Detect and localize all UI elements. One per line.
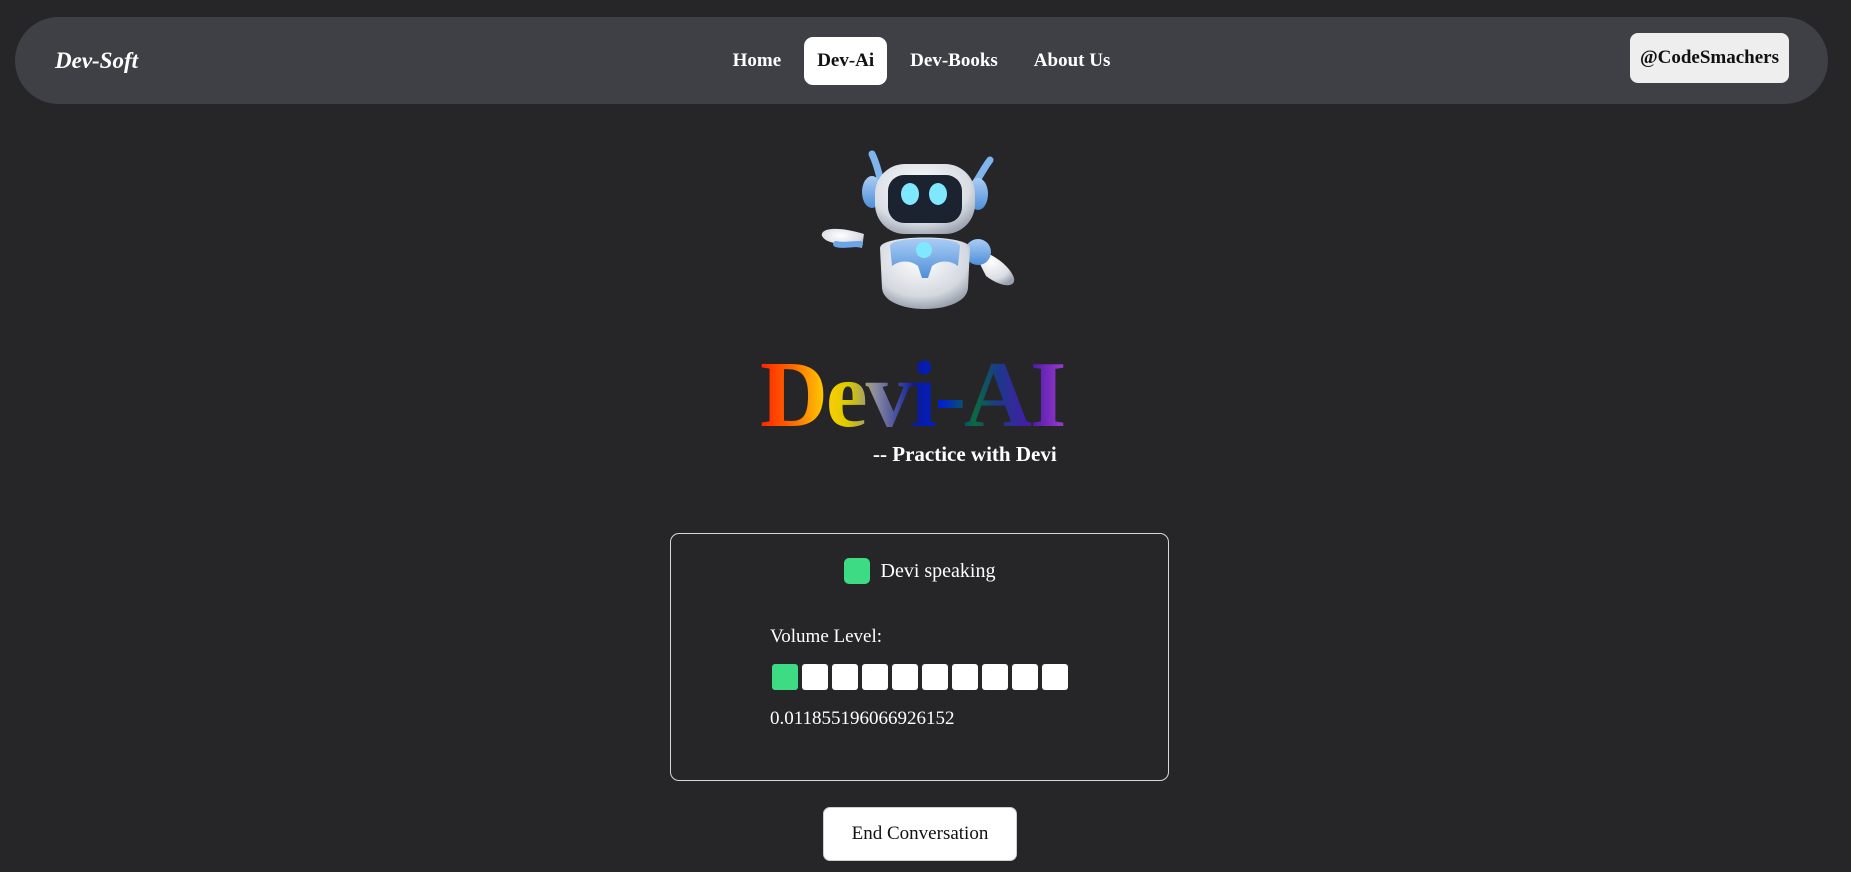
status-text: Devi speaking [880, 559, 996, 582]
nav-link-dev-ai[interactable]: Dev-Ai [804, 36, 888, 85]
volume-bar [892, 664, 918, 690]
volume-bar [952, 664, 978, 690]
volume-bar [922, 664, 948, 690]
robot-mascot-icon [821, 150, 1015, 309]
profile-button[interactable]: @CodeSmachers [1629, 33, 1789, 83]
hero-title: Devi-AI [760, 345, 1090, 445]
navbar: Dev-Soft Home Dev-Ai Dev-Books About Us … [15, 17, 1828, 104]
volume-bar [802, 664, 828, 690]
nav-link-home[interactable]: Home [720, 37, 795, 85]
volume-meter [772, 664, 1072, 690]
volume-bar [982, 664, 1008, 690]
volume-bar [1042, 664, 1068, 690]
volume-bar [1012, 664, 1038, 690]
end-conversation-button[interactable]: End Conversation [823, 807, 1017, 861]
speaking-indicator [843, 558, 870, 584]
nav-links: Home Dev-Ai Dev-Books About Us [15, 17, 1828, 104]
volume-bar [862, 664, 888, 690]
nav-link-dev-books[interactable]: Dev-Books [897, 37, 1011, 85]
hero-subtitle: -- Practice with Devi [873, 442, 1057, 466]
volume-value: 0.011855196066926152 [770, 708, 955, 729]
status-row: Devi speaking [671, 558, 1168, 584]
nav-link-about-us[interactable]: About Us [1021, 37, 1124, 85]
volume-label: Volume Level: [770, 626, 883, 647]
volume-bar [772, 664, 798, 690]
volume-bar [832, 664, 858, 690]
voice-status-card: Devi speaking Volume Level: 0.0118551960… [670, 533, 1169, 781]
page: Dev-Soft Home Dev-Ai Dev-Books About Us … [0, 0, 1851, 872]
